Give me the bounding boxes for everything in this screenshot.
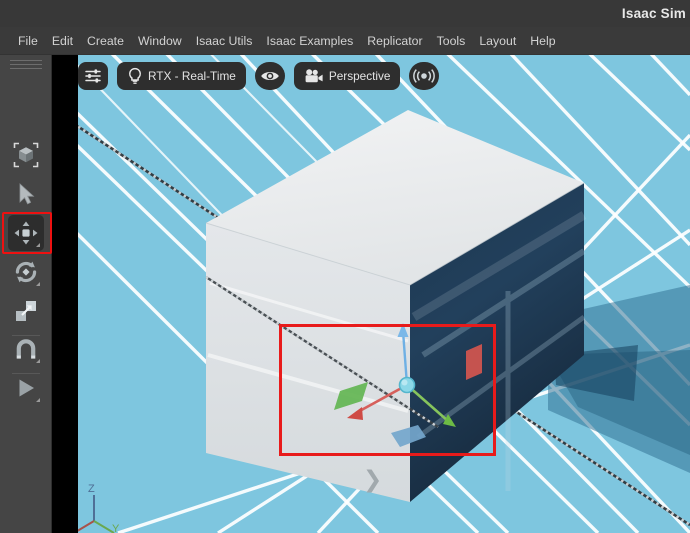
play-tool-flyout-arrow[interactable] (36, 398, 40, 402)
toolbar-drag-handle[interactable] (10, 60, 42, 72)
scale-gizmo-icon (14, 299, 38, 323)
snap-tool-flyout-arrow[interactable] (36, 359, 40, 363)
scale-tool[interactable] (8, 293, 44, 329)
viewport-left-gutter (52, 55, 78, 533)
visibility-button[interactable] (254, 62, 285, 90)
camera-selector[interactable]: Perspective (293, 62, 401, 90)
viewport-toolbar: RTX - Real-Time Perspective (78, 61, 440, 91)
axis-y-label: Y (112, 523, 120, 533)
isaac-sim-window: Isaac Sim File Edit Create Window Isaac … (0, 0, 690, 533)
move-tool-flyout-arrow[interactable] (36, 243, 40, 247)
menu-item-edit[interactable]: Edit (45, 31, 80, 51)
menu-bar: File Edit Create Window Isaac Utils Isaa… (0, 27, 690, 55)
eye-icon (260, 69, 280, 83)
menu-item-window[interactable]: Window (131, 31, 189, 51)
select-bounds-tool[interactable] (8, 137, 44, 173)
motion-capture-button[interactable] (409, 62, 440, 90)
menu-item-replicator[interactable]: Replicator (360, 31, 429, 51)
svg-text:❯: ❯ (363, 466, 382, 493)
menu-item-isaac-utils[interactable]: Isaac Utils (189, 31, 260, 51)
cube-select-icon (13, 142, 39, 168)
play-triangle-icon (14, 376, 38, 400)
viewport-scene: ❯ Z Y (78, 55, 690, 533)
menu-item-layout[interactable]: Layout (472, 31, 523, 51)
select-tool[interactable] (8, 176, 44, 212)
menu-item-tools[interactable]: Tools (430, 31, 473, 51)
menu-item-isaac-examples[interactable]: Isaac Examples (259, 31, 360, 51)
camera-label: Perspective (328, 69, 391, 83)
menu-item-help[interactable]: Help (523, 31, 562, 51)
lightbulb-icon (127, 67, 143, 85)
target-waves-icon (413, 68, 436, 84)
move-tool[interactable] (8, 215, 44, 251)
left-toolbar (0, 55, 52, 533)
magnet-icon (14, 337, 38, 361)
snap-tool[interactable] (8, 331, 44, 367)
cursor-arrow-icon (14, 182, 38, 206)
menu-item-file[interactable]: File (11, 31, 45, 51)
rotate-tool[interactable] (8, 254, 44, 290)
renderer-label: RTX - Real-Time (148, 69, 236, 83)
rotate-tool-flyout-arrow[interactable] (36, 282, 40, 286)
viewport-settings-button[interactable] (78, 62, 108, 90)
sliders-icon (84, 67, 102, 85)
axis-z-label: Z (88, 483, 95, 495)
menu-item-create[interactable]: Create (80, 31, 131, 51)
app-title: Isaac Sim (621, 6, 686, 21)
play-tool[interactable] (8, 370, 44, 406)
viewport-3d[interactable]: ❯ Z Y RTX - Real-Time Perspective (78, 55, 690, 533)
movie-camera-icon (304, 68, 324, 84)
renderer-selector[interactable]: RTX - Real-Time (117, 62, 246, 90)
title-bar: Isaac Sim (0, 0, 690, 27)
